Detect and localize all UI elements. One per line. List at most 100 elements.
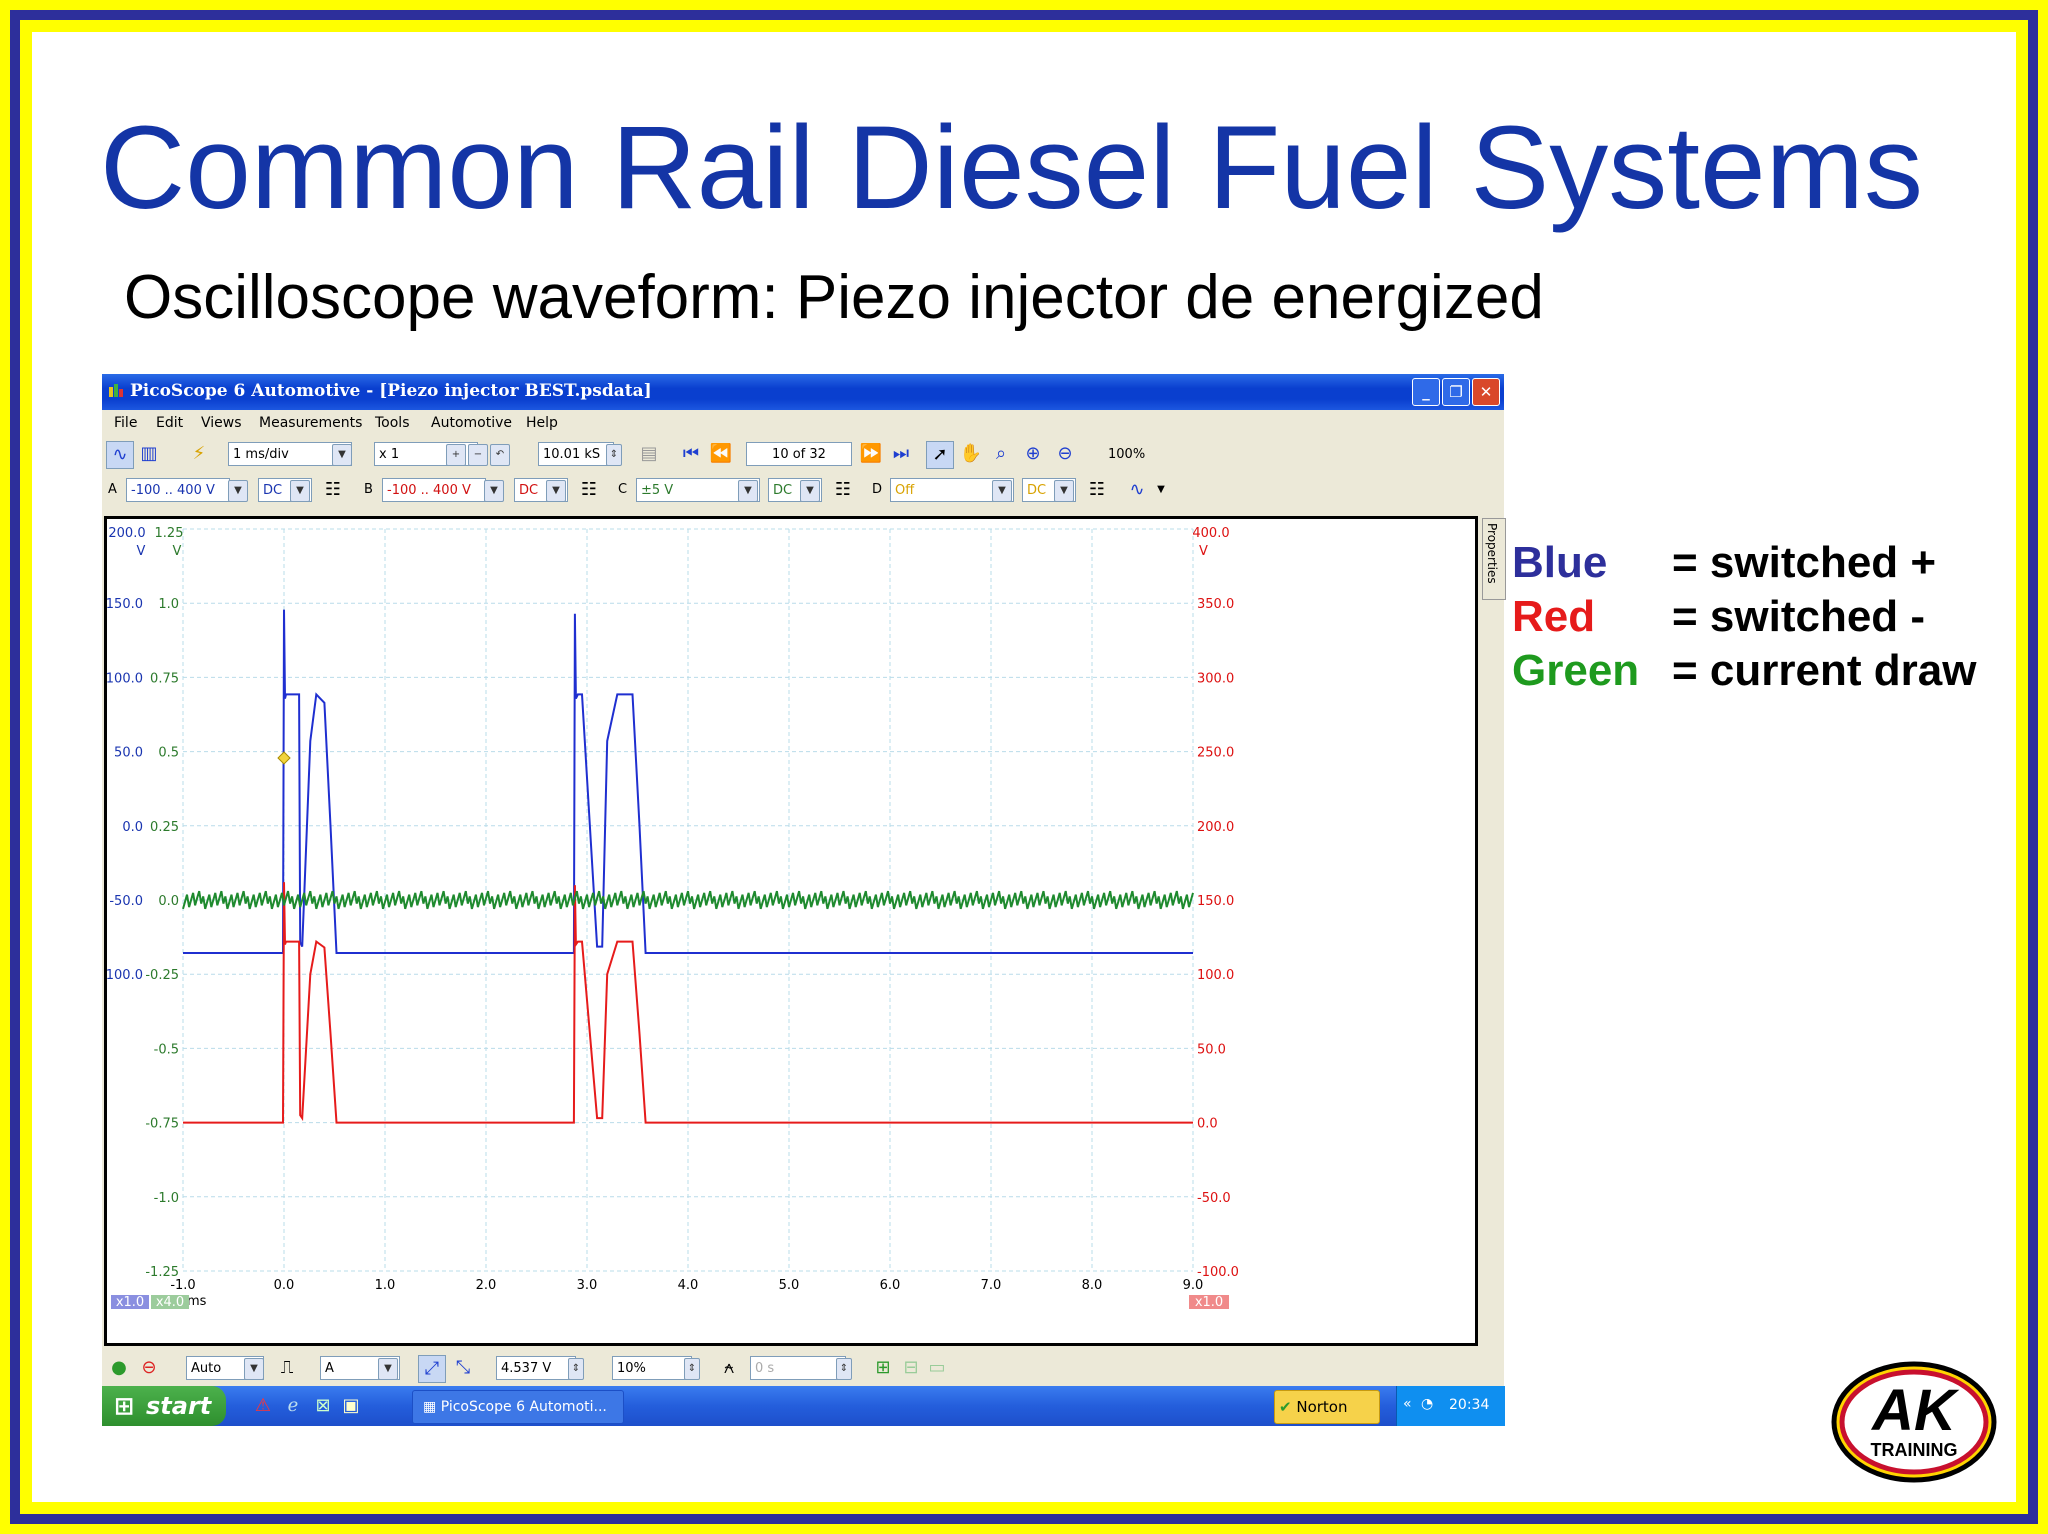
- channel-d-options-icon[interactable]: ☷: [1084, 477, 1110, 503]
- samples-field[interactable]: 10.01 kS: [538, 442, 614, 466]
- chevron-down-icon[interactable]: ▼: [1054, 480, 1074, 502]
- scope-view[interactable]: 200.0 1.25 400.0 V V V 150.0 100.0 50.0 0.0 -50.0 -…: [104, 516, 1478, 1346]
- pointer-tool-icon[interactable]: ➚: [926, 441, 954, 469]
- previous-buffer-icon[interactable]: ⏪: [708, 441, 734, 467]
- pretrigger-spinner[interactable]: ⇕: [684, 1358, 700, 1380]
- rising-edge-icon[interactable]: ⤢: [418, 1355, 446, 1383]
- window-title: PicoScope 6 Automotive - [Piezo injector…: [130, 381, 652, 401]
- trigger-delay-field[interactable]: 0 s: [750, 1356, 846, 1380]
- caret-down-icon[interactable]: ▼: [1148, 477, 1174, 503]
- menu-tools[interactable]: Tools: [375, 415, 410, 431]
- properties-tab[interactable]: Properties: [1482, 518, 1506, 600]
- undo-zoom-icon[interactable]: ↶: [490, 444, 510, 466]
- axis-x-unit: ms: [187, 1294, 207, 1309]
- chevron-down-icon[interactable]: ▼: [332, 444, 352, 466]
- zoom-out-icon[interactable]: ⊖: [1052, 441, 1078, 467]
- scale-badge-green-label: x4.0: [156, 1295, 184, 1310]
- channel-b-range[interactable]: -100 .. 400 V: [382, 478, 486, 502]
- axis-green-tick: 0.75: [150, 671, 179, 686]
- menu-help[interactable]: Help: [526, 415, 558, 431]
- start-capture-icon[interactable]: ●: [106, 1355, 132, 1381]
- channel-b-options-icon[interactable]: ☷: [576, 477, 602, 503]
- zoom-tool-icon[interactable]: ⌕: [988, 441, 1014, 467]
- buffer-chart-icon[interactable]: ▤: [636, 441, 662, 467]
- last-buffer-icon[interactable]: ⏭: [888, 441, 914, 467]
- axis-blue-tick: 50.0: [114, 746, 143, 761]
- norton-tray-button[interactable]: ✔ Norton: [1274, 1390, 1380, 1424]
- chevron-down-icon[interactable]: ▼: [378, 1358, 398, 1380]
- edit-measurement-icon[interactable]: ▭: [924, 1355, 950, 1381]
- auto-setup-icon[interactable]: ⚡: [186, 441, 212, 467]
- add-measurement-icon[interactable]: ⊞: [870, 1355, 896, 1381]
- samples-spinner[interactable]: ⇕: [606, 444, 622, 466]
- zoom-in-icon[interactable]: ⊕: [1020, 441, 1046, 467]
- axis-x-tick: 1.0: [375, 1278, 396, 1293]
- windows-taskbar: ⊞ start ⚠ ℯ ⊠ ▣ ▦ PicoScope 6 Automoti..…: [102, 1386, 1505, 1426]
- axis-red-tick: 100.0: [1197, 968, 1234, 983]
- axis-red-top-label: 400.0: [1192, 526, 1229, 541]
- channel-c-label: C: [618, 482, 628, 497]
- window-titlebar[interactable]: PicoScope 6 Automotive - [Piezo injector…: [102, 374, 1504, 410]
- close-button[interactable]: ✕: [1472, 378, 1500, 406]
- restore-button[interactable]: ❐: [1442, 378, 1470, 406]
- axis-blue-tick: -50.0: [109, 894, 143, 909]
- axis-green-tick: -0.5: [154, 1042, 179, 1057]
- chevron-down-icon[interactable]: ▼: [484, 480, 504, 502]
- minimize-button[interactable]: _: [1412, 378, 1440, 406]
- falling-edge-icon[interactable]: ⤡: [450, 1355, 476, 1381]
- chevron-down-icon[interactable]: ▼: [800, 480, 820, 502]
- acrobat-icon[interactable]: ⚠: [250, 1393, 276, 1419]
- trigger-level-spinner[interactable]: ⇕: [568, 1358, 584, 1380]
- menu-views[interactable]: Views: [201, 415, 242, 431]
- chevron-down-icon[interactable]: ▼: [992, 480, 1012, 502]
- channel-a-range[interactable]: -100 .. 400 V: [126, 478, 230, 502]
- stop-capture-icon[interactable]: ⊖: [136, 1355, 162, 1381]
- chevron-down-icon[interactable]: ▼: [546, 480, 566, 502]
- math-channels-icon[interactable]: ∿: [1124, 477, 1150, 503]
- excel-icon[interactable]: ⊠: [310, 1393, 336, 1419]
- tray-arrow-icon[interactable]: «: [1403, 1396, 1412, 1412]
- taskbar-picoscope[interactable]: ▦ PicoScope 6 Automoti...: [412, 1390, 624, 1424]
- trigger-delay-spinner[interactable]: ⇕: [836, 1358, 852, 1380]
- task-app-icon: ▦: [423, 1399, 441, 1415]
- hand-tool-icon[interactable]: ✋: [958, 441, 984, 467]
- channel-a-options-icon[interactable]: ☷: [320, 477, 346, 503]
- zoom-out-small-icon[interactable]: −: [468, 444, 488, 466]
- volume-icon[interactable]: ◔: [1421, 1396, 1433, 1412]
- axis-x-tick: 5.0: [779, 1278, 800, 1293]
- start-button[interactable]: ⊞ start: [102, 1386, 226, 1426]
- taskbar-picoscope-label: PicoScope 6 Automoti...: [440, 1399, 607, 1415]
- channel-c-options-icon[interactable]: ☷: [830, 477, 856, 503]
- quicklaunch-app-icon[interactable]: ▣: [338, 1393, 364, 1419]
- first-buffer-icon[interactable]: ⏮: [678, 441, 704, 467]
- scale-badge-red-label: x1.0: [1195, 1295, 1223, 1310]
- legend-red-desc: = switched -: [1672, 592, 1926, 641]
- scope-mode-icon[interactable]: ∿: [106, 441, 134, 469]
- spectrum-mode-icon[interactable]: ▥: [136, 441, 162, 467]
- properties-tab-label: Properties: [1485, 523, 1499, 584]
- pretrigger-field[interactable]: 10%: [612, 1356, 692, 1380]
- chevron-down-icon[interactable]: ▼: [244, 1358, 264, 1380]
- chevron-down-icon[interactable]: ▼: [290, 480, 310, 502]
- zoom-in-small-icon[interactable]: +: [446, 444, 466, 466]
- menu-measurements[interactable]: Measurements: [259, 415, 362, 431]
- menu-file[interactable]: File: [114, 415, 137, 431]
- axis-red-unit: V: [1199, 544, 1208, 559]
- menu-edit[interactable]: Edit: [156, 415, 183, 431]
- internet-explorer-icon[interactable]: ℯ: [280, 1393, 306, 1419]
- remove-measurement-icon[interactable]: ⊟: [898, 1355, 924, 1381]
- axis-green-tick: -0.25: [145, 968, 179, 983]
- trigger-level-field[interactable]: 4.537 V: [496, 1356, 576, 1380]
- legend-green-desc: = current draw: [1672, 646, 1977, 695]
- menu-automotive[interactable]: Automotive: [431, 415, 512, 431]
- buffer-navigator[interactable]: 10 of 32: [746, 442, 852, 466]
- next-buffer-icon[interactable]: ⏩: [858, 441, 884, 467]
- trigger-type-icon[interactable]: ⎍: [274, 1355, 300, 1381]
- axis-green-tick: 0.0: [158, 894, 179, 909]
- advanced-trigger-icon[interactable]: ⍲: [716, 1355, 742, 1381]
- chevron-down-icon[interactable]: ▼: [228, 480, 248, 502]
- chevron-down-icon[interactable]: ▼: [738, 480, 758, 502]
- clock: 20:34: [1449, 1397, 1490, 1413]
- scale-badge-blue-label: x1.0: [116, 1295, 144, 1310]
- scope-chart[interactable]: 200.0 1.25 400.0 V V V 150.0 100.0 50.0 0.0 -50.0 -…: [107, 519, 1475, 1343]
